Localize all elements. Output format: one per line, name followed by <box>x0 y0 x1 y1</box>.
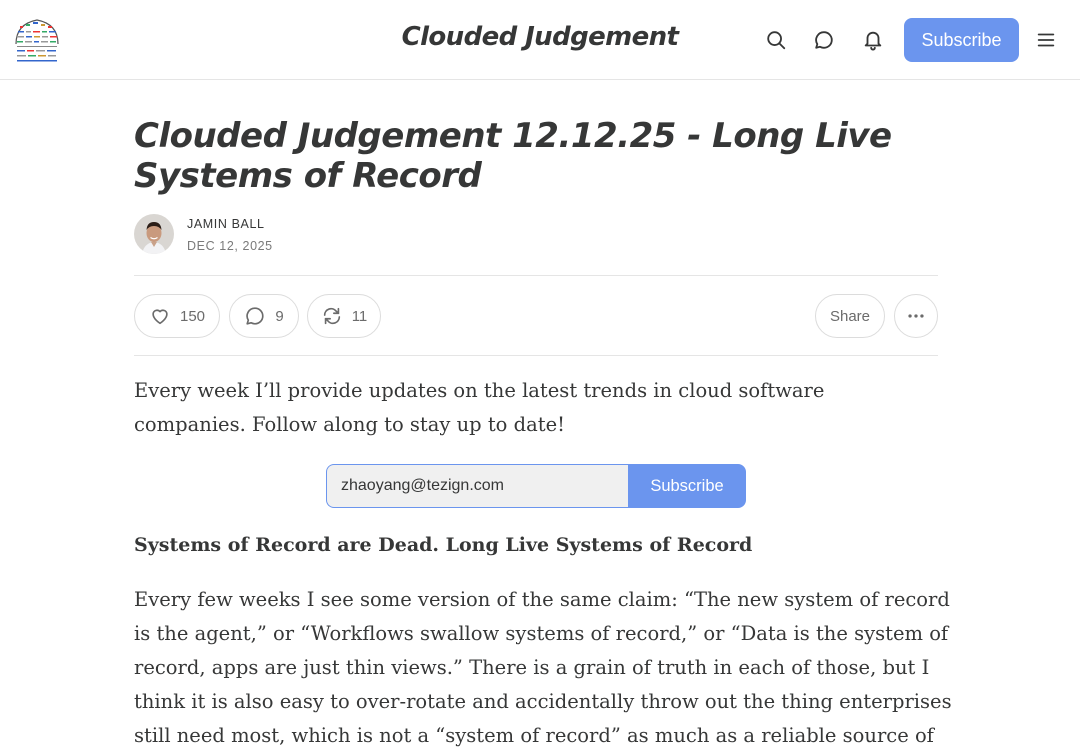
divider <box>134 275 938 276</box>
like-count: 150 <box>179 307 206 325</box>
subscribe-button[interactable]: Subscribe <box>628 464 746 508</box>
comment-count: 9 <box>275 307 284 325</box>
menu-icon[interactable] <box>1034 28 1058 52</box>
restack-icon <box>323 307 340 325</box>
intro-text: Every week I’ll provide updates on the l… <box>134 379 825 436</box>
body-paragraph: Every few weeks I see some version of th… <box>134 588 952 747</box>
top-navigation-bar: Clouded Judgement Subscribe <box>0 0 1080 80</box>
restack-button[interactable]: 11 <box>307 294 381 338</box>
subscribe-form: Subscribe <box>326 464 746 508</box>
article-title: Clouded Judgement 12.12.25 - Long Live S… <box>134 116 892 196</box>
bell-icon[interactable] <box>861 28 885 52</box>
divider <box>134 355 938 356</box>
heart-icon <box>152 309 168 325</box>
comment-button[interactable]: 9 <box>229 294 299 338</box>
author-avatar[interactable] <box>134 214 174 254</box>
share-label: Share <box>829 307 871 325</box>
like-button[interactable]: 150 <box>134 294 220 338</box>
search-icon[interactable] <box>764 28 788 52</box>
email-field[interactable] <box>326 464 628 508</box>
post-date: DEC 12, 2025 <box>187 239 273 253</box>
author-name[interactable]: JAMIN BALL <box>187 217 265 231</box>
share-button[interactable]: Share <box>815 294 885 338</box>
restack-count: 11 <box>351 307 368 325</box>
more-icon <box>908 314 924 318</box>
chat-icon[interactable] <box>812 28 836 52</box>
subscribe-button-header[interactable]: Subscribe <box>904 18 1019 62</box>
section-heading: Systems of Record are Dead. Long Live Sy… <box>134 534 753 556</box>
chat-icon <box>246 307 264 325</box>
more-options-button[interactable] <box>894 294 938 338</box>
